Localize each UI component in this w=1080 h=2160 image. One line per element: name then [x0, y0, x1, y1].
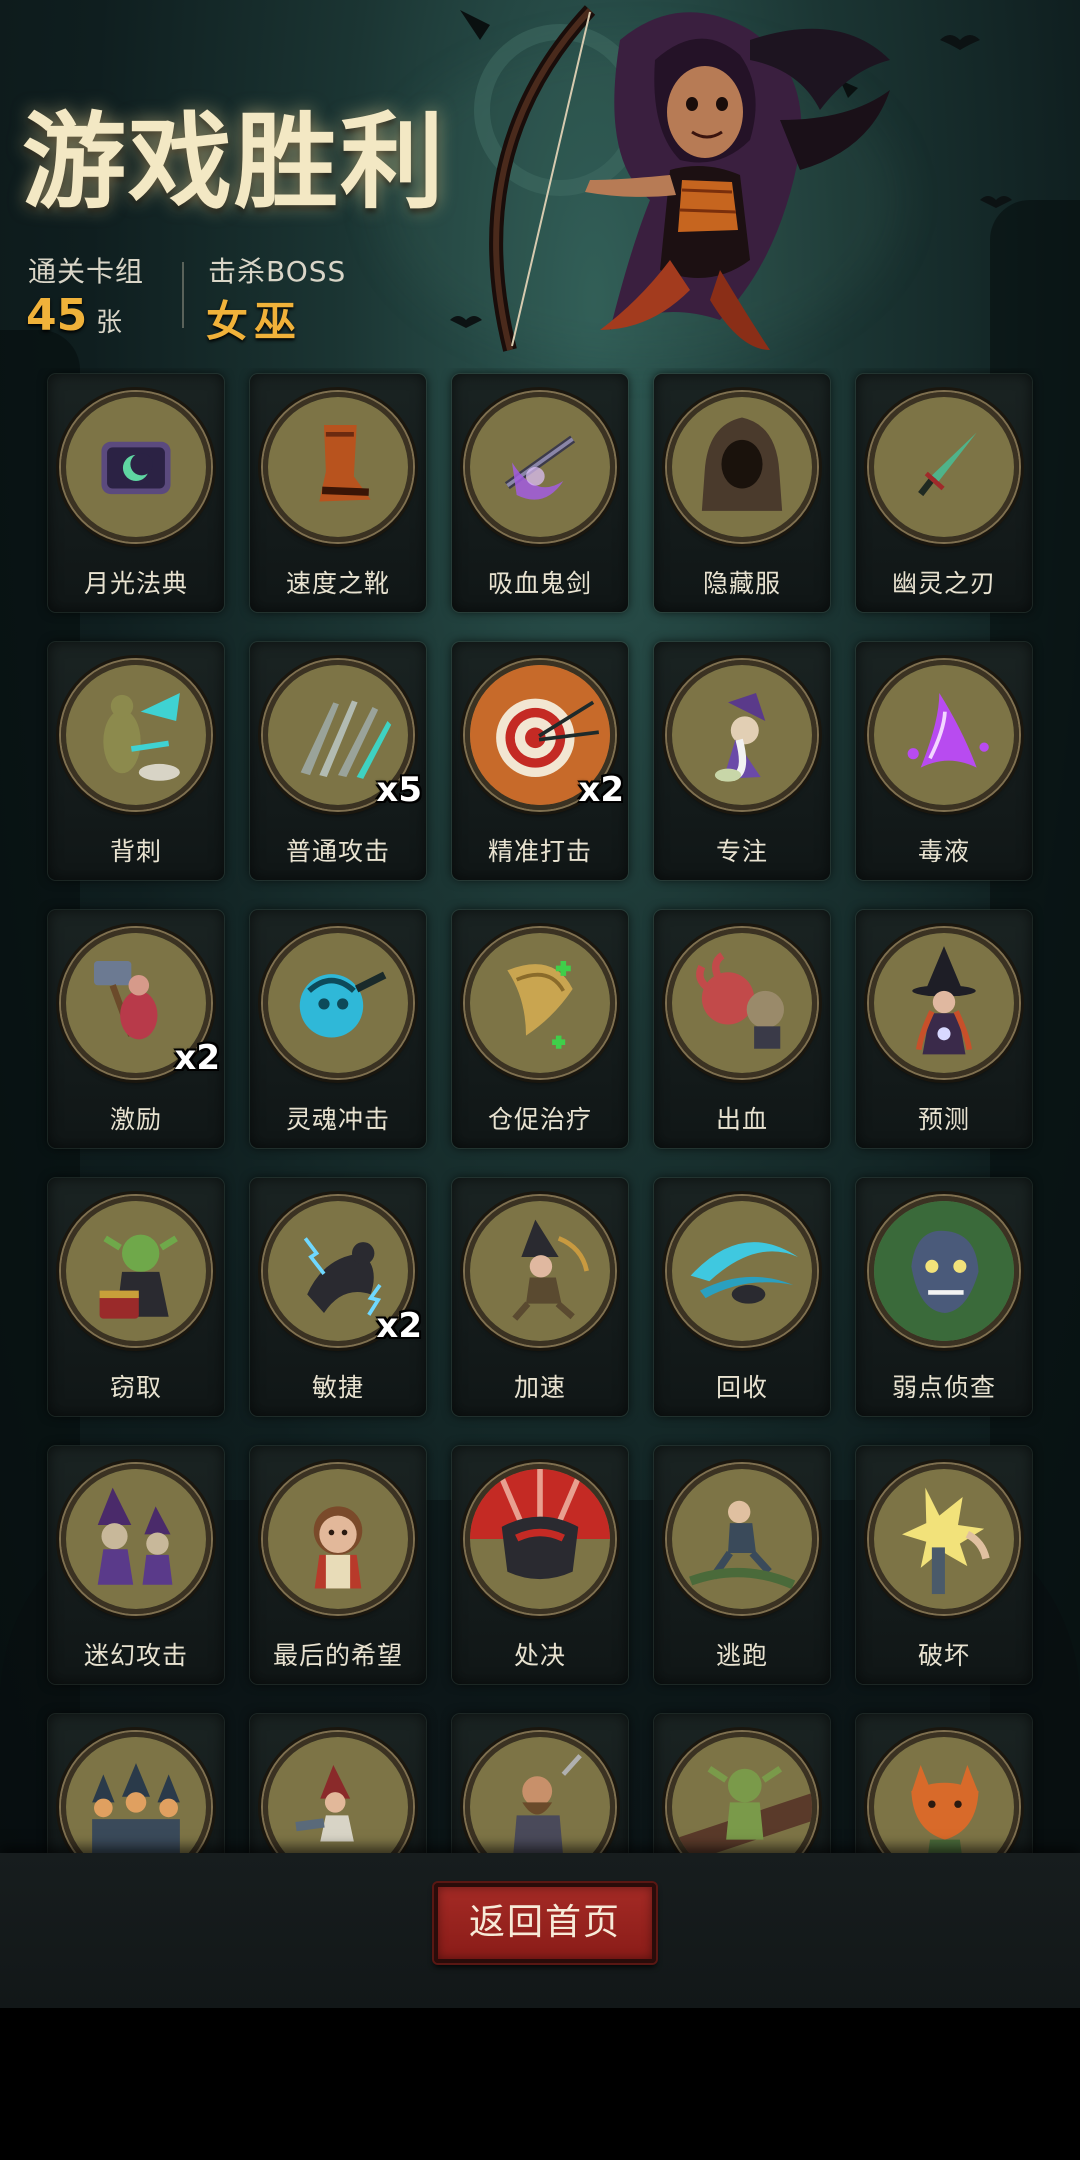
victory-screen: 游戏胜利 通关卡组 45 张 击杀BOSS 女巫 月光法典 速度之靴 吸血鬼剑 隐藏服…: [0, 0, 1080, 2008]
bottom-bar: 返回首页: [0, 1853, 1080, 2008]
card-tile[interactable]: 速度之靴: [250, 374, 426, 612]
card-tile[interactable]: [48, 1714, 224, 1853]
card-tile[interactable]: x2 精准打击: [452, 642, 628, 880]
card-tile[interactable]: x2 敏捷: [250, 1178, 426, 1416]
card-tile[interactable]: 灵魂冲击: [250, 910, 426, 1148]
speed-boots-icon: [263, 392, 413, 542]
card-tile[interactable]: 逃跑: [654, 1446, 830, 1684]
card-name: 精准打击: [487, 837, 592, 866]
card-tile[interactable]: 背刺: [48, 642, 224, 880]
backstab-icon: [61, 660, 211, 810]
boss-name: 女巫: [206, 297, 303, 346]
card-grid: 月光法典 速度之靴 吸血鬼剑 隐藏服 幽灵之刃背刺 x5 普通攻击 x2 精准打击 专注 毒液 x2 激…: [48, 374, 1032, 1853]
card-tile[interactable]: 加速: [452, 1178, 628, 1416]
focus-icon: [667, 660, 817, 810]
boss-label: 击杀BOSS: [208, 255, 347, 288]
card-tile[interactable]: x5 普通攻击: [250, 642, 426, 880]
witch-character-art: [420, 0, 1060, 360]
card-name: 迷幻攻击: [83, 1641, 188, 1670]
recycle-icon: [667, 1196, 817, 1346]
haste-icon: [465, 1196, 615, 1346]
card-tile[interactable]: 预测: [856, 910, 1032, 1148]
warrior-icon: [465, 1732, 615, 1853]
moonlight-tome-icon: [61, 392, 211, 542]
card-tile[interactable]: 最后的希望: [250, 1446, 426, 1684]
soul-strike-icon: [263, 928, 413, 1078]
card-tile[interactable]: [654, 1714, 830, 1853]
card-tile[interactable]: 毒液: [856, 642, 1032, 880]
card-tile[interactable]: 幽灵之刃: [856, 374, 1032, 612]
card-tile[interactable]: 出血: [654, 910, 830, 1148]
card-name: 月光法典: [83, 569, 188, 598]
card-name: 灵魂冲击: [285, 1105, 390, 1134]
card-name: 预测: [917, 1105, 970, 1134]
hooded-cloak-icon: [667, 392, 817, 542]
execute-icon: [465, 1464, 615, 1614]
card-tile[interactable]: 月光法典: [48, 374, 224, 612]
ghost-blade-icon: [869, 392, 1019, 542]
weakness-scout-icon: [869, 1196, 1019, 1346]
card-tile[interactable]: [856, 1714, 1032, 1853]
card-count-badge: x2: [376, 1306, 422, 1346]
card-tile[interactable]: 窃取: [48, 1178, 224, 1416]
steal-icon: [61, 1196, 211, 1346]
card-name: 窃取: [109, 1373, 162, 1402]
bleed-icon: [667, 928, 817, 1078]
last-hope-icon: [263, 1464, 413, 1614]
card-tile[interactable]: 吸血鬼剑: [452, 374, 628, 612]
deck-label: 通关卡组: [28, 255, 145, 288]
card-name: 破坏: [917, 1641, 970, 1670]
card-name: 最后的希望: [272, 1641, 403, 1670]
card-count-badge: x5: [376, 770, 422, 810]
card-list[interactable]: 月光法典 速度之靴 吸血鬼剑 隐藏服 幽灵之刃背刺 x5 普通攻击 x2 精准打击 专注 毒液 x2 激…: [0, 368, 1080, 1853]
card-tile[interactable]: 处决: [452, 1446, 628, 1684]
goblin-icon: [667, 1732, 817, 1853]
card-name: 普通攻击: [285, 837, 390, 866]
victory-title: 游戏胜利: [22, 101, 447, 223]
card-name: 背刺: [109, 837, 162, 866]
card-tile[interactable]: 仓促治疗: [452, 910, 628, 1148]
foresight-icon: [869, 928, 1019, 1078]
card-tile[interactable]: 破坏: [856, 1446, 1032, 1684]
card-tile[interactable]: [452, 1714, 628, 1853]
card-name: 隐藏服: [702, 569, 781, 598]
card-name: 处决: [513, 1641, 566, 1670]
card-name: 幽灵之刃: [891, 569, 996, 598]
deck-count: 45: [26, 290, 88, 341]
card-name: 弱点侦查: [891, 1373, 996, 1402]
red-hood-dash-icon: [263, 1732, 413, 1853]
card-tile[interactable]: 回收: [654, 1178, 830, 1416]
deck-unit: 张: [96, 308, 123, 338]
card-name: 出血: [715, 1105, 768, 1134]
card-name: 仓促治疗: [487, 1105, 592, 1134]
hooded-group-icon: [61, 1732, 211, 1853]
illusion-attack-icon: [61, 1464, 211, 1614]
destroy-icon: [869, 1464, 1019, 1614]
card-name: 吸血鬼剑: [487, 569, 592, 598]
fox-icon: [869, 1732, 1019, 1853]
card-count-badge: x2: [578, 770, 624, 810]
venom-icon: [869, 660, 1019, 810]
card-tile[interactable]: 弱点侦查: [856, 1178, 1032, 1416]
card-name: 激励: [109, 1105, 162, 1134]
hasty-heal-icon: [465, 928, 615, 1078]
flee-icon: [667, 1464, 817, 1614]
stat-divider: [182, 262, 184, 328]
card-name: 速度之靴: [285, 569, 390, 598]
vampire-sword-icon: [465, 392, 615, 542]
card-name: 回收: [715, 1373, 768, 1402]
card-tile[interactable]: x2 激励: [48, 910, 224, 1148]
card-name: 专注: [715, 837, 768, 866]
card-tile[interactable]: [250, 1714, 426, 1853]
card-name: 毒液: [917, 837, 970, 866]
card-tile[interactable]: 专注: [654, 642, 830, 880]
return-home-button[interactable]: 返回首页: [434, 1883, 656, 1963]
card-name: 加速: [513, 1373, 566, 1402]
card-tile[interactable]: 隐藏服: [654, 374, 830, 612]
card-name: 敏捷: [311, 1373, 364, 1402]
card-tile[interactable]: 迷幻攻击: [48, 1446, 224, 1684]
card-count-badge: x2: [174, 1038, 220, 1078]
card-name: 逃跑: [715, 1641, 768, 1670]
